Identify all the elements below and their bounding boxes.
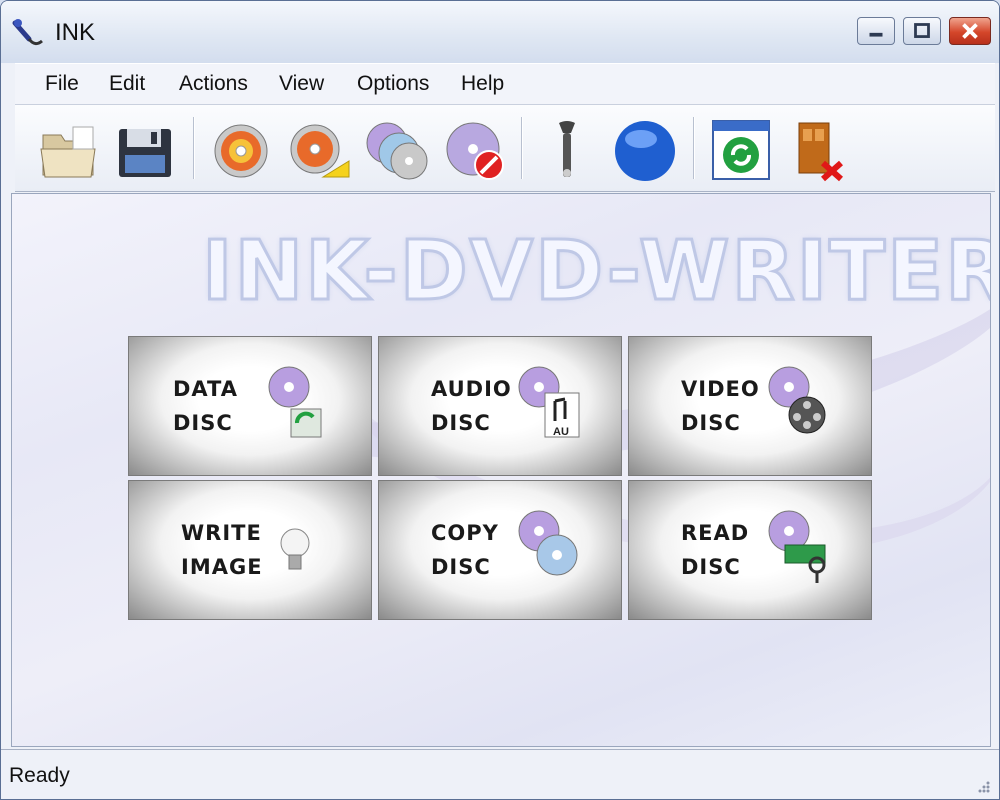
erase-disc-icon [446, 122, 504, 180]
copy-disc-icon [518, 510, 578, 576]
copy-disc-button[interactable]: COPY DISC [378, 480, 622, 620]
maximize-icon [914, 23, 930, 38]
read-disc-icon [768, 510, 826, 583]
toolbar-separator [193, 117, 195, 179]
tile-label-line2: DISC [681, 555, 741, 579]
blue-sphere-button[interactable] [611, 115, 679, 185]
update-refresh-icon [712, 120, 770, 180]
menu-options[interactable]: Options [355, 70, 431, 98]
video-disc-icon [768, 366, 826, 434]
status-text: Ready [9, 764, 70, 787]
tile-label-line2: DISC [173, 411, 233, 435]
tile-label-line1: VIDEO [681, 377, 760, 401]
data-disc-icon [268, 366, 322, 438]
data-disc-button[interactable]: DATA DISC [128, 336, 372, 476]
toolbar [15, 105, 995, 192]
close-icon [962, 23, 978, 39]
tile-label-line2: DISC [431, 411, 491, 435]
toolbar-separator [521, 117, 523, 179]
open-folder-icon [40, 126, 96, 178]
save-floppy-icon [119, 129, 171, 177]
tile-label-line2: DISC [681, 411, 741, 435]
audio-disc-icon: AU [518, 366, 580, 438]
resize-grip-icon[interactable] [975, 778, 991, 794]
exit-door-icon [798, 122, 843, 182]
tile-label-line2: DISC [431, 555, 491, 579]
burn-button[interactable] [207, 115, 275, 185]
au-badge: AU [553, 426, 569, 438]
app-banner: INK-DVD-WRITER [200, 223, 991, 321]
menu-file[interactable]: File [43, 70, 81, 98]
update-button[interactable] [707, 115, 775, 185]
exit-button[interactable] [785, 115, 853, 185]
disc-export-button[interactable] [285, 115, 353, 185]
menu-bar: File Edit Actions View Options Help [15, 63, 995, 105]
video-disc-button[interactable]: VIDEO DISC [628, 336, 872, 476]
tile-label-line1: DATA [173, 377, 239, 401]
erase-disc-button[interactable] [441, 115, 509, 185]
minimize-button[interactable] [857, 17, 895, 45]
menu-view[interactable]: View [277, 70, 326, 98]
menu-edit[interactable]: Edit [107, 70, 147, 98]
app-window: INK File Edit Actions View Options Help [0, 0, 1000, 800]
open-button[interactable] [35, 115, 103, 185]
copy-discs-button[interactable] [363, 115, 431, 185]
read-disc-button[interactable]: READ DISC [628, 480, 872, 620]
menu-help[interactable]: Help [459, 70, 506, 98]
window-title: INK [55, 19, 96, 46]
lightbulb-icon [280, 528, 310, 570]
blue-sphere-icon [615, 121, 675, 181]
settings-button[interactable] [533, 115, 601, 185]
close-button[interactable] [949, 17, 991, 45]
tile-label-line1: AUDIO [431, 377, 512, 401]
menu-actions[interactable]: Actions [177, 70, 250, 98]
tile-label-line1: WRITE [181, 521, 262, 545]
title-bar[interactable]: INK [1, 1, 999, 63]
maximize-button[interactable] [903, 17, 941, 45]
tile-label-line1: READ [681, 521, 750, 545]
main-panel: INK-DVD-WRITER DATA DISC AUDIO DISC AU V… [11, 193, 991, 747]
minimize-icon [869, 32, 883, 37]
save-button[interactable] [111, 115, 179, 185]
write-image-button[interactable]: WRITE IMAGE [128, 480, 372, 620]
burn-disc-icon [214, 124, 268, 178]
app-logo-icon [12, 19, 43, 46]
tile-label-line2: IMAGE [181, 555, 263, 579]
settings-wrench-icon [559, 121, 575, 177]
copy-discs-icon [366, 122, 428, 180]
status-bar: Ready [1, 749, 999, 799]
disc-export-icon [290, 124, 350, 178]
tile-label-line1: COPY [431, 521, 499, 545]
toolbar-separator [693, 117, 695, 179]
audio-disc-button[interactable]: AUDIO DISC AU [378, 336, 622, 476]
